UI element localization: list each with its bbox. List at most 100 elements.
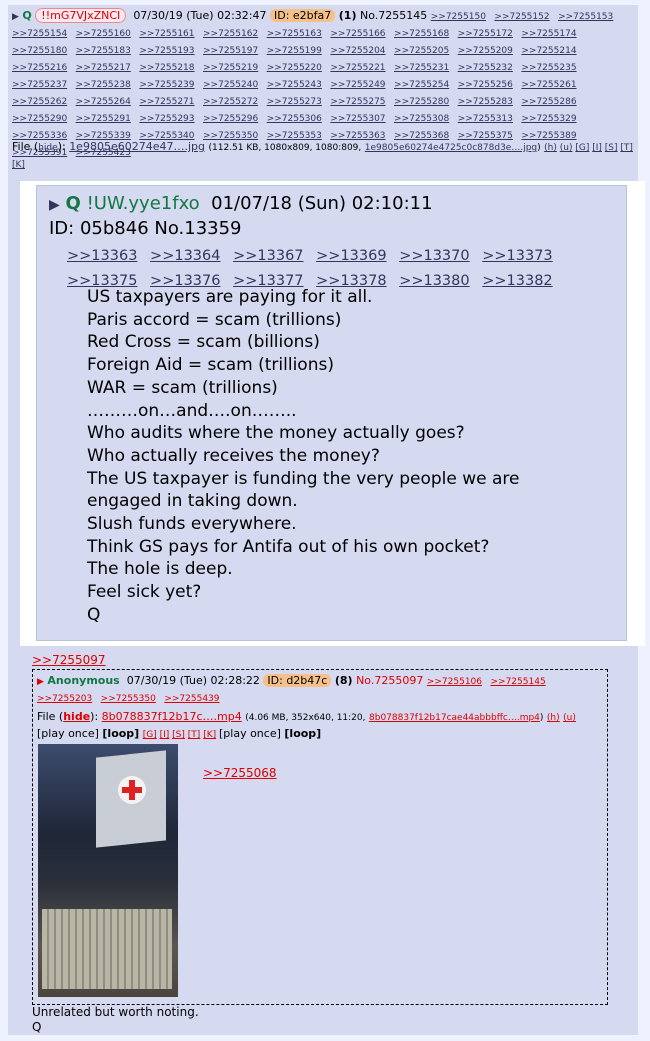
backlink[interactable]: >>7255218 (139, 63, 194, 73)
backlink[interactable]: >>7255308 (394, 114, 449, 124)
file-tool-link[interactable]: (h) (544, 143, 557, 153)
backlink[interactable]: >>7255180 (12, 46, 67, 56)
image-post-backlink[interactable]: >>13373 (482, 248, 552, 264)
reply-file-tool-link[interactable]: [T] (188, 730, 201, 740)
post-menu-arrow-icon[interactable]: ▶ (12, 12, 19, 22)
backlink[interactable]: >>7255240 (203, 80, 258, 90)
backlink[interactable]: >>7255272 (203, 97, 258, 107)
backlink[interactable]: >>7255219 (203, 63, 258, 73)
file-full-name-link[interactable]: 1e9805e60274e4725c0c878d3e….jpg (365, 143, 537, 153)
backlink[interactable]: >>7255264 (76, 97, 131, 107)
backlink[interactable]: >>7255262 (12, 97, 67, 107)
backlink[interactable]: >>7255161 (139, 29, 194, 39)
play-once-button-2[interactable]: [play once] (219, 727, 281, 740)
reply-body-quote-link[interactable]: >>7255068 (203, 766, 277, 780)
backlink[interactable]: >>7255237 (12, 80, 67, 90)
backlink[interactable]: >>7255239 (139, 80, 194, 90)
reply-backlink[interactable]: >>7255439 (164, 694, 219, 704)
backlink[interactable]: >>7255160 (76, 29, 131, 39)
reply-file-tool-link[interactable]: [G] (143, 730, 157, 740)
backlink[interactable]: >>7255231 (394, 63, 449, 73)
backlink[interactable]: >>7255232 (458, 63, 513, 73)
backlink[interactable]: >>7255235 (521, 63, 576, 73)
backlink[interactable]: >>7255166 (330, 29, 385, 39)
reply-file-full-link[interactable]: 8b078837f12b17cae44abbbffc….mp4 (369, 713, 540, 723)
quote-link[interactable]: >>7255097 (32, 653, 106, 667)
backlink[interactable]: >>7255204 (330, 46, 385, 56)
backlink[interactable]: >>7255291 (76, 114, 131, 124)
backlink[interactable]: >>7255293 (139, 114, 194, 124)
image-post-backlink[interactable]: >>13367 (233, 248, 303, 264)
backlink[interactable]: >>7255152 (494, 12, 549, 22)
backlink[interactable]: >>7255271 (139, 97, 194, 107)
backlink[interactable]: >>7255183 (76, 46, 131, 56)
image-post-backlink[interactable]: >>13370 (399, 248, 469, 264)
backlink[interactable]: >>7255199 (267, 46, 322, 56)
reply-file-tool-link[interactable]: [I] (160, 730, 170, 740)
backlink[interactable]: >>7255221 (330, 63, 385, 73)
loop-button-2[interactable]: [loop] (284, 727, 321, 740)
post-number[interactable]: No.7255145 (360, 9, 427, 22)
reply-file-tool-link[interactable]: [K] (203, 730, 216, 740)
backlink[interactable]: >>7255306 (267, 114, 322, 124)
reply-file-u-link[interactable]: (u) (563, 713, 576, 723)
hide-file-link[interactable]: hide (38, 143, 57, 153)
backlink[interactable]: >>7255283 (458, 97, 513, 107)
backlink[interactable]: >>7255296 (203, 114, 258, 124)
reply-backlink[interactable]: >>7255106 (427, 677, 482, 687)
reply-poster-id[interactable]: ID: d2b47c (263, 674, 332, 687)
image-post-backlink[interactable]: >>13364 (150, 248, 220, 264)
backlink[interactable]: >>7255329 (521, 114, 576, 124)
backlink[interactable]: >>7255273 (267, 97, 322, 107)
backlink[interactable]: >>7255313 (458, 114, 513, 124)
file-tool-link[interactable]: [G] (575, 143, 589, 153)
backlink[interactable]: >>7255153 (558, 12, 613, 22)
backlink[interactable]: >>7255163 (267, 29, 322, 39)
file-tool-link[interactable]: [S] (605, 143, 618, 153)
backlink[interactable]: >>7255197 (203, 46, 258, 56)
file-tool-link[interactable]: [K] (12, 160, 25, 170)
backlink[interactable]: >>7255214 (521, 46, 576, 56)
reply-file-name-link[interactable]: 8b078837f12b17c….mp4 (102, 710, 242, 723)
reply-arrow-icon[interactable]: ▶ (37, 677, 44, 687)
file-tool-link[interactable]: [T] (620, 143, 633, 153)
backlink[interactable]: >>7255205 (394, 46, 449, 56)
backlink[interactable]: >>7255172 (458, 29, 513, 39)
backlink[interactable]: >>7255249 (330, 80, 385, 90)
reply-file-h-link[interactable]: (h) (547, 713, 560, 723)
play-once-button[interactable]: [play once] (37, 727, 99, 740)
video-thumbnail[interactable] (38, 744, 178, 997)
backlink[interactable]: >>7255256 (458, 80, 513, 90)
file-tool-link[interactable]: (u) (560, 143, 573, 153)
loop-button[interactable]: [loop] (102, 727, 139, 740)
backlink[interactable]: >>7255243 (267, 80, 322, 90)
backlink[interactable]: >>7255209 (458, 46, 513, 56)
backlink[interactable]: >>7255174 (521, 29, 576, 39)
backlink[interactable]: >>7255307 (330, 114, 385, 124)
backlink[interactable]: >>7255280 (394, 97, 449, 107)
backlink[interactable]: >>7255193 (139, 46, 194, 56)
reply-file-tool-link[interactable]: [S] (172, 730, 185, 740)
backlink[interactable]: >>7255254 (394, 80, 449, 90)
backlink[interactable]: >>7255290 (12, 114, 67, 124)
reply-backlink[interactable]: >>7255145 (491, 677, 546, 687)
backlink[interactable]: >>7255216 (12, 63, 67, 73)
backlink[interactable]: >>7255162 (203, 29, 258, 39)
reply-hide-file-link[interactable]: hide (63, 710, 90, 723)
backlink[interactable]: >>7255220 (267, 63, 322, 73)
reply-backlink[interactable]: >>7255203 (37, 694, 92, 704)
image-post-backlink[interactable]: >>13369 (316, 248, 386, 264)
backlink[interactable]: >>7255168 (394, 29, 449, 39)
backlink[interactable]: >>7255238 (76, 80, 131, 90)
reply-post-number[interactable]: No.7255097 (356, 674, 423, 687)
post-image[interactable]: ▶ Q !UW.yye1fxo 01/07/18 (Sun) 02:10:11 … (20, 181, 645, 646)
backlink[interactable]: >>7255150 (431, 12, 486, 22)
backlink[interactable]: >>7255275 (330, 97, 385, 107)
file-tool-link[interactable]: [I] (592, 143, 602, 153)
poster-id[interactable]: ID: e2bfa7 (269, 9, 336, 22)
image-post-backlink[interactable]: >>13363 (67, 248, 137, 264)
file-name-link[interactable]: 1e9805e60274e47….jpg (69, 140, 205, 153)
backlink[interactable]: >>7255261 (521, 80, 576, 90)
backlink[interactable]: >>7255217 (76, 63, 131, 73)
backlink[interactable]: >>7255154 (12, 29, 67, 39)
